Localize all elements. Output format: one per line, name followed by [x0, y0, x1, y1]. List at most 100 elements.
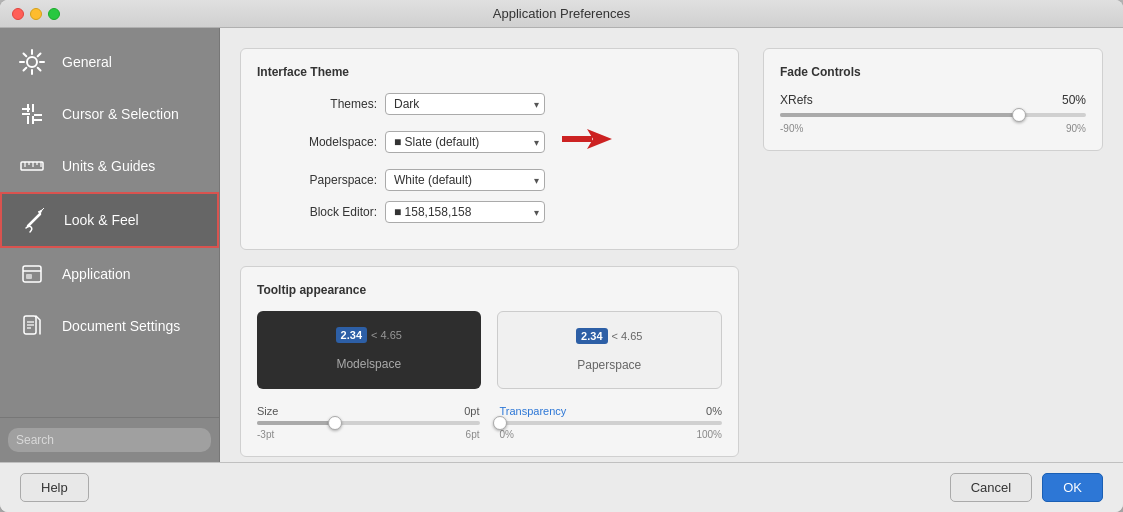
minimize-button[interactable] — [30, 8, 42, 20]
content-area: General — [0, 28, 1123, 462]
transparency-slider-header: Transparency 0% — [500, 405, 723, 417]
blockeditor-label: Block Editor: — [257, 205, 377, 219]
interface-theme-section: Interface Theme Themes: Dark ▾ — [240, 48, 739, 250]
sidebar-search-area — [0, 417, 219, 462]
xrefs-row: XRefs 50% — [780, 93, 1086, 107]
main-inner: Interface Theme Themes: Dark ▾ — [240, 48, 1103, 462]
sidebar-item-look-feel-label: Look & Feel — [64, 212, 139, 228]
fade-controls-title: Fade Controls — [780, 65, 1086, 79]
sidebar-item-look-feel[interactable]: Look & Feel — [0, 192, 219, 248]
xrefs-slider-labels: -90% 90% — [780, 123, 1086, 134]
svg-rect-4 — [32, 104, 34, 112]
tooltip-paperspace-preview: 2.34 < 4.65 Paperspace — [497, 311, 723, 389]
transparency-slider-section: Transparency 0% 0% 100% — [500, 405, 723, 440]
svg-rect-9 — [21, 162, 43, 170]
ruler-icon — [16, 150, 48, 182]
size-slider-section: Size 0pt -3pt 6pt — [257, 405, 480, 440]
themes-row: Themes: Dark ▾ — [257, 93, 722, 115]
sidebar: General — [0, 28, 220, 462]
close-button[interactable] — [12, 8, 24, 20]
transparency-label: Transparency — [500, 405, 567, 417]
svg-rect-15 — [23, 266, 41, 282]
xrefs-min-label: -90% — [780, 123, 803, 134]
ok-button[interactable]: OK — [1042, 473, 1103, 502]
cancel-button[interactable]: Cancel — [950, 473, 1032, 502]
gear-icon — [16, 46, 48, 78]
themes-select[interactable]: Dark — [385, 93, 545, 115]
paperspace-badge: 2.34 < 4.65 — [576, 328, 642, 344]
blockeditor-select[interactable]: ■ 158,158,158 — [385, 201, 545, 223]
sidebar-item-units-guides[interactable]: Units & Guides — [0, 140, 219, 192]
modelspace-badge-value: 2.34 — [336, 327, 367, 343]
title-bar: Application Preferences — [0, 0, 1123, 28]
xrefs-slider-fill — [780, 113, 1019, 117]
search-input[interactable] — [8, 428, 211, 452]
sidebar-item-document-settings[interactable]: Document Settings — [0, 300, 219, 352]
svg-rect-3 — [27, 104, 29, 112]
paperspace-label: Paperspace: — [257, 173, 377, 187]
interface-theme-title: Interface Theme — [257, 65, 722, 79]
svg-rect-7 — [27, 116, 29, 124]
xrefs-label: XRefs — [780, 93, 813, 107]
size-max-label: 6pt — [466, 429, 480, 440]
transparency-max-label: 100% — [696, 429, 722, 440]
transparency-slider-thumb[interactable] — [493, 416, 507, 430]
main-content: Interface Theme Themes: Dark ▾ — [220, 28, 1123, 462]
size-slider-track[interactable] — [257, 421, 480, 425]
help-button[interactable]: Help — [20, 473, 89, 502]
transparency-slider-track[interactable] — [500, 421, 723, 425]
size-min-label: -3pt — [257, 429, 274, 440]
modelspace-badge: 2.34 < 4.65 — [336, 327, 402, 343]
modelspace-row: Modelspace: ■ Slate (default) ▾ — [257, 125, 722, 159]
themes-select-wrapper: Dark ▾ — [385, 93, 545, 115]
transparency-value: 0% — [706, 405, 722, 417]
modelspace-select-wrapper: ■ Slate (default) ▾ — [385, 131, 545, 153]
sidebar-item-document-label: Document Settings — [62, 318, 180, 334]
modelspace-label: Modelspace: — [257, 135, 377, 149]
xrefs-value: 50% — [1062, 93, 1086, 107]
size-label: Size — [257, 405, 278, 417]
svg-rect-8 — [32, 116, 34, 124]
maximize-button[interactable] — [48, 8, 60, 20]
xrefs-slider-track[interactable] — [780, 113, 1086, 117]
right-panel: Fade Controls XRefs 50% -90% 90% — [763, 48, 1103, 462]
paperspace-badge-value: 2.34 — [576, 328, 607, 344]
sidebar-nav: General — [0, 28, 219, 417]
bottom-bar: Help Cancel OK — [0, 462, 1123, 512]
modelspace-select[interactable]: ■ Slate (default) — [385, 131, 545, 153]
paperspace-row: Paperspace: White (default) ▾ — [257, 169, 722, 191]
blockeditor-select-wrapper: ■ 158,158,158 ▾ — [385, 201, 545, 223]
size-slider-labels: -3pt 6pt — [257, 429, 480, 440]
window-title: Application Preferences — [493, 6, 630, 21]
svg-rect-6 — [34, 119, 42, 121]
sidebar-item-cursor-label: Cursor & Selection — [62, 106, 179, 122]
size-value: 0pt — [464, 405, 479, 417]
xrefs-slider-thumb[interactable] — [1012, 108, 1026, 122]
svg-rect-5 — [34, 114, 42, 116]
sidebar-item-general[interactable]: General — [0, 36, 219, 88]
document-icon — [16, 310, 48, 342]
tooltip-appearance-title: Tooltip appearance — [257, 283, 722, 297]
right-buttons: Cancel OK — [950, 473, 1103, 502]
sidebar-item-cursor-selection[interactable]: Cursor & Selection — [0, 88, 219, 140]
traffic-lights — [12, 8, 60, 20]
tooltip-appearance-section: Tooltip appearance 2.34 < 4.65 Modelspac… — [240, 266, 739, 457]
cursor-icon — [16, 98, 48, 130]
transparency-slider-labels: 0% 100% — [500, 429, 723, 440]
left-panel: Interface Theme Themes: Dark ▾ — [240, 48, 739, 462]
application-icon — [16, 258, 48, 290]
fade-controls-section: Fade Controls XRefs 50% -90% 90% — [763, 48, 1103, 151]
tooltip-sliders: Size 0pt -3pt 6pt — [257, 405, 722, 440]
paperspace-select[interactable]: White (default) — [385, 169, 545, 191]
transparency-min-label: 0% — [500, 429, 514, 440]
application-window: Application Preferences General — [0, 0, 1123, 512]
paperspace-tooltip-label: Paperspace — [577, 358, 641, 372]
size-slider-thumb[interactable] — [328, 416, 342, 430]
sidebar-item-application[interactable]: Application — [0, 248, 219, 300]
paperspace-badge-constraint: < 4.65 — [612, 330, 643, 342]
blockeditor-row: Block Editor: ■ 158,158,158 ▾ — [257, 201, 722, 223]
modelspace-tooltip-label: Modelspace — [336, 357, 401, 371]
paperspace-select-wrapper: White (default) ▾ — [385, 169, 545, 191]
modelspace-badge-constraint: < 4.65 — [371, 329, 402, 341]
tooltip-modelspace-preview: 2.34 < 4.65 Modelspace — [257, 311, 481, 389]
